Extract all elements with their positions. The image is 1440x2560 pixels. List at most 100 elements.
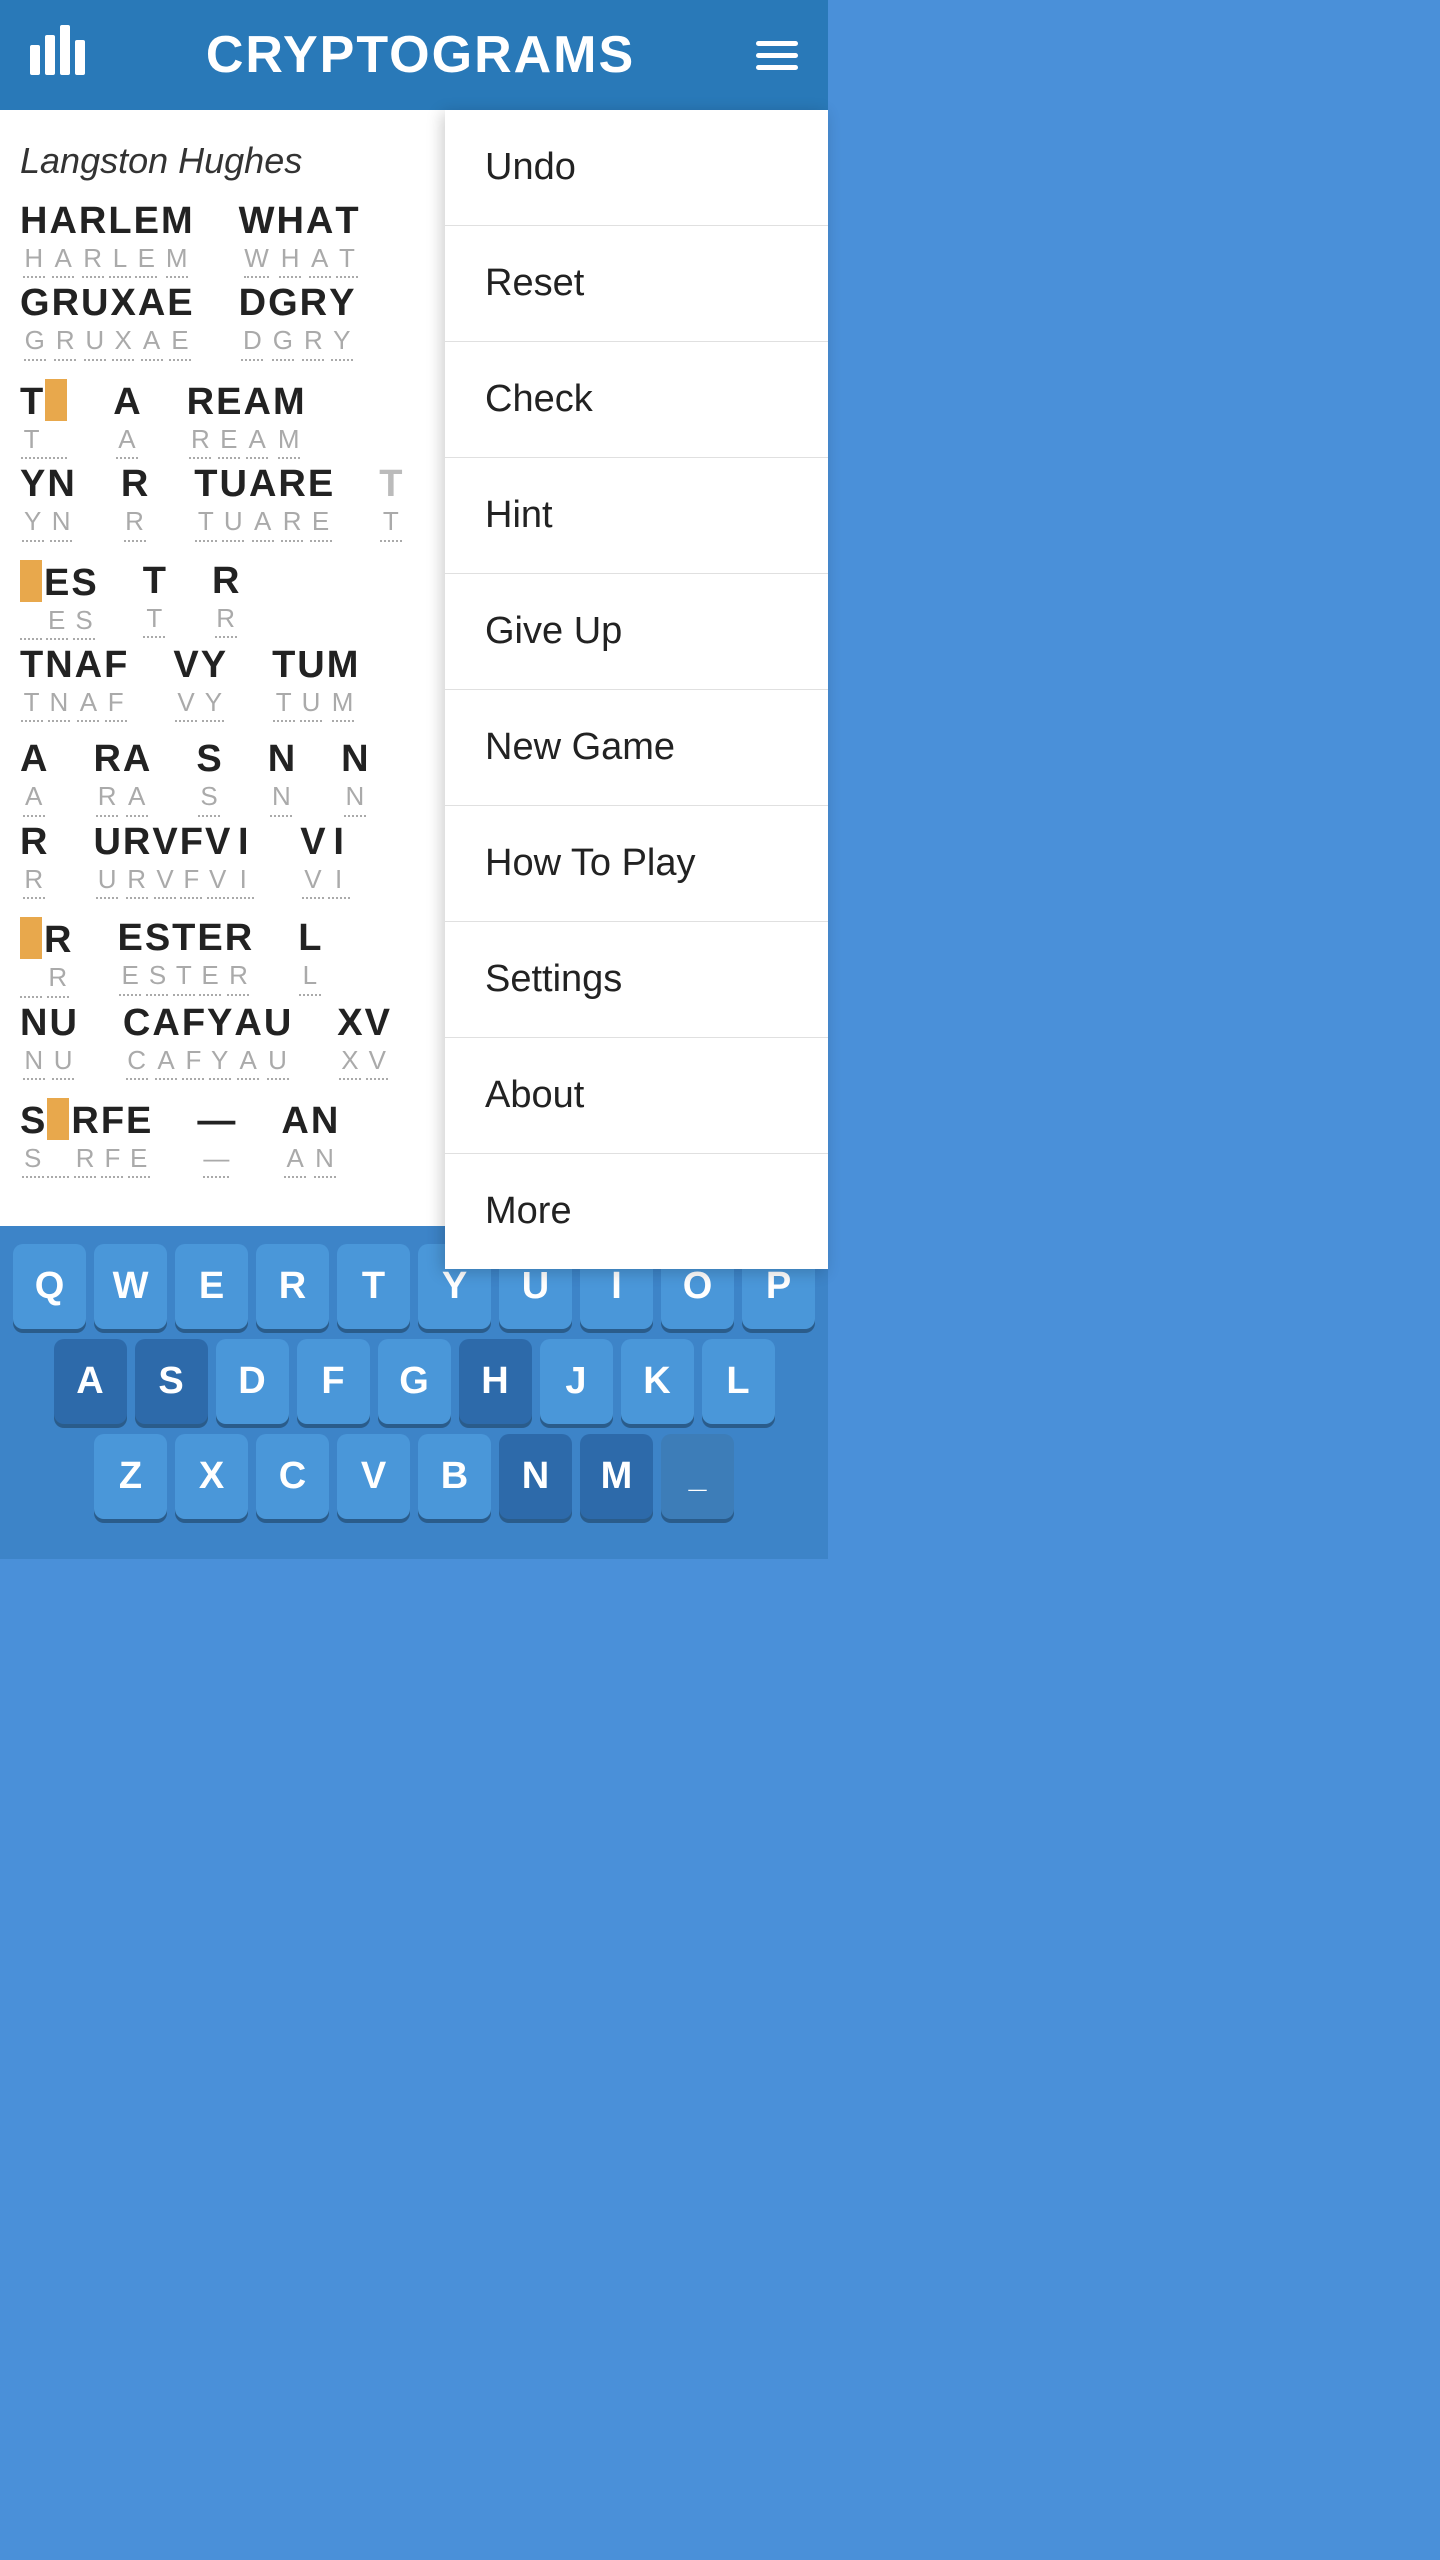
answer-letter: U xyxy=(49,1004,76,1042)
key-h[interactable]: H xyxy=(459,1339,532,1424)
stats-icon[interactable] xyxy=(30,25,85,86)
key-n[interactable]: N xyxy=(499,1434,572,1519)
letter-group: T T xyxy=(272,646,295,722)
cipher-letter: M xyxy=(332,684,354,722)
puzzle-word: N N xyxy=(268,740,295,816)
letter-group: N N xyxy=(45,646,72,722)
puzzle-word: N N xyxy=(341,740,368,816)
cipher-letter: A xyxy=(116,421,138,459)
answer-letter: Y xyxy=(201,646,226,684)
answer-letter: W xyxy=(239,202,275,240)
key-v[interactable]: V xyxy=(337,1434,410,1519)
cipher-letter: M xyxy=(166,240,188,278)
key-k[interactable]: K xyxy=(621,1339,694,1424)
puzzle-word: T T N N A A F F xyxy=(20,646,127,722)
letter-group: C C xyxy=(123,1004,150,1080)
cipher-letter: U xyxy=(222,503,244,541)
key-w[interactable]: W xyxy=(94,1244,167,1329)
letter-group: Y Y xyxy=(20,465,45,541)
answer-letter: N xyxy=(268,740,295,778)
letter-group: H H xyxy=(276,202,303,278)
cipher-letter: A xyxy=(284,1140,306,1178)
answer-letter: R xyxy=(278,465,305,503)
puzzle-word: T T xyxy=(379,465,402,541)
answer-letter: R xyxy=(212,562,239,600)
puzzle-word: N N U U xyxy=(20,1004,77,1080)
puzzle-row: R R U U R R V V xyxy=(20,823,425,899)
puzzle-word: R R xyxy=(20,917,71,997)
key-e[interactable]: E xyxy=(175,1244,248,1329)
letter-group: T T xyxy=(172,919,195,995)
key-d[interactable]: D xyxy=(216,1339,289,1424)
key-f[interactable]: F xyxy=(297,1339,370,1424)
cipher-letter: V xyxy=(366,1042,388,1080)
letter-group: N N xyxy=(20,1004,47,1080)
answer-letter: M xyxy=(273,383,305,421)
letter-group: E E xyxy=(44,564,69,640)
menu-item-give-up[interactable]: Give Up xyxy=(445,574,828,690)
puzzle-word: R R E E A A M M xyxy=(187,383,305,459)
answer-letter: I xyxy=(328,823,350,861)
cipher-letter: N xyxy=(314,1140,336,1178)
cipher-letter: E xyxy=(310,503,332,541)
key-l[interactable]: L xyxy=(702,1339,775,1424)
letter-group: T T xyxy=(194,465,217,541)
menu-item-hint[interactable]: Hint xyxy=(445,458,828,574)
hamburger-menu-icon[interactable] xyxy=(756,41,798,70)
puzzle-word: C C A A F F Y Y xyxy=(123,1004,291,1080)
menu-item-check[interactable]: Check xyxy=(445,342,828,458)
answer-letter: A xyxy=(123,740,150,778)
key-z[interactable]: Z xyxy=(94,1434,167,1519)
keyboard-row-3: Z X C V B N M _ xyxy=(10,1434,818,1519)
cipher-letter: R xyxy=(82,240,104,278)
letter-group: N N xyxy=(311,1102,338,1178)
cipher-letter: E xyxy=(218,421,240,459)
answer-letter: A xyxy=(306,202,333,240)
cipher-letter: V xyxy=(175,684,197,722)
letter-group: V V xyxy=(365,1004,390,1080)
letter-group: Y Y xyxy=(201,646,226,722)
menu-item-how-to-play[interactable]: How To Play xyxy=(445,806,828,922)
answer-letter: U xyxy=(264,1004,291,1042)
cipher-letter: R xyxy=(47,959,69,997)
key-m[interactable]: M xyxy=(580,1434,653,1519)
menu-item-about[interactable]: About xyxy=(445,1038,828,1154)
menu-item-reset[interactable]: Reset xyxy=(445,226,828,342)
key-q[interactable]: Q xyxy=(13,1244,86,1329)
puzzle-word: W W H H A A T T xyxy=(239,202,359,278)
cipher-letter: U xyxy=(300,684,322,722)
letter-group: M M xyxy=(327,646,359,722)
cipher-letter: U xyxy=(267,1042,289,1080)
key-b[interactable]: B xyxy=(418,1434,491,1519)
letter-group: A A xyxy=(123,740,150,816)
key-r[interactable]: R xyxy=(256,1244,329,1329)
cipher-letter: R xyxy=(302,322,324,360)
key-a[interactable]: A xyxy=(54,1339,127,1424)
puzzle-word: T T xyxy=(143,562,166,638)
letter-group xyxy=(47,1098,69,1178)
key-t[interactable]: T xyxy=(337,1244,410,1329)
letter-group: U U xyxy=(93,823,120,899)
answer-letter: F xyxy=(101,1102,124,1140)
cipher-letter: U xyxy=(52,1042,74,1080)
key-c[interactable]: C xyxy=(256,1434,329,1519)
key-j[interactable]: J xyxy=(540,1339,613,1424)
answer-letter: — xyxy=(197,1102,235,1140)
letter-group: U U xyxy=(81,284,108,360)
cipher-letter: N xyxy=(344,778,366,816)
menu-item-undo[interactable]: Undo xyxy=(445,110,828,226)
answer-letter: F xyxy=(182,1004,205,1042)
letter-group: E E xyxy=(216,383,241,459)
answer-letter: R xyxy=(300,284,327,322)
key-backspace[interactable]: _ xyxy=(661,1434,734,1519)
key-s[interactable]: S xyxy=(135,1339,208,1424)
key-x[interactable]: X xyxy=(175,1434,248,1519)
letter-group: A A xyxy=(249,465,276,541)
menu-item-more[interactable]: More xyxy=(445,1154,828,1269)
key-g[interactable]: G xyxy=(378,1339,451,1424)
cipher-letter: G xyxy=(272,322,294,360)
menu-item-settings[interactable]: Settings xyxy=(445,922,828,1038)
menu-item-new-game[interactable]: New Game xyxy=(445,690,828,806)
cipher-letter: U xyxy=(84,322,106,360)
puzzle-block-6: S S R R F F xyxy=(20,1098,425,1178)
